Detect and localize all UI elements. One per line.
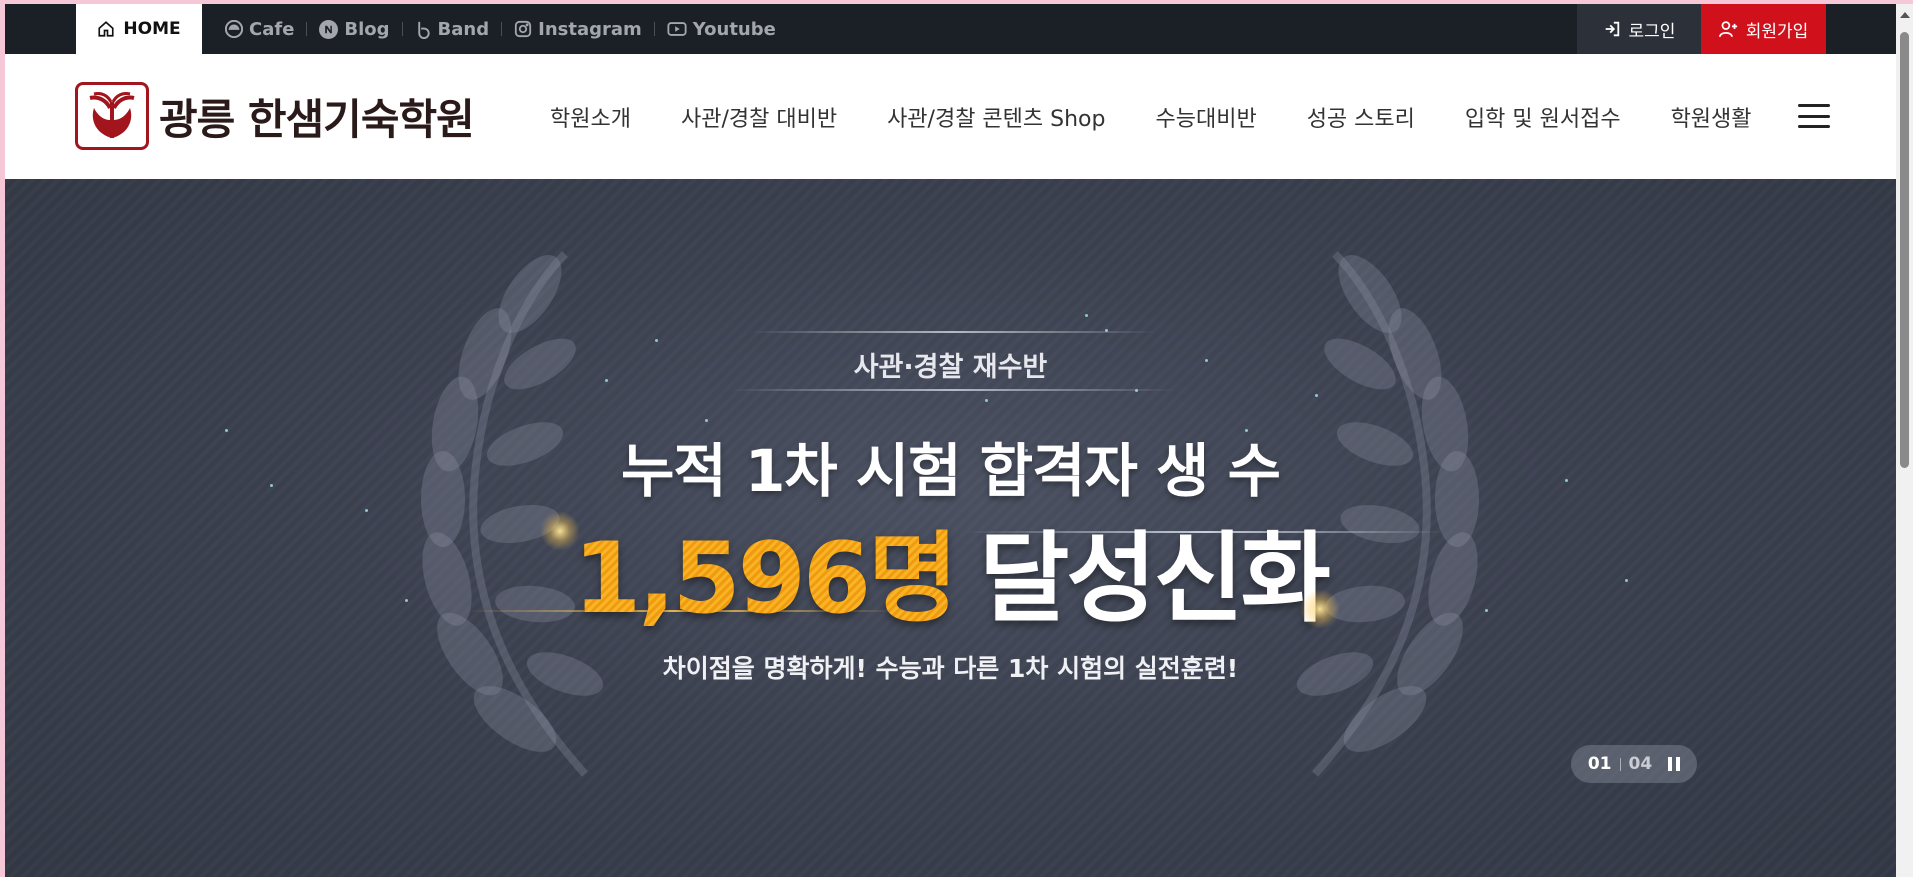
- hamburger-menu-icon[interactable]: [1798, 104, 1830, 128]
- add-user-icon: [1718, 21, 1737, 38]
- nav-item-csat-course[interactable]: 수능대비반: [1155, 101, 1256, 133]
- glow-spark: [540, 511, 580, 551]
- home-icon: [98, 21, 114, 37]
- pause-icon[interactable]: [1668, 757, 1681, 771]
- youtube-label: Youtube: [692, 18, 776, 40]
- signup-label: 회원가입: [1745, 21, 1809, 42]
- cafe-icon: [225, 20, 243, 38]
- nav-item-admission[interactable]: 입학 및 원서접수: [1465, 101, 1621, 133]
- auth-buttons: 로그인 회원가입: [1577, 4, 1826, 54]
- nav-item-success-stories[interactable]: 성공 스토리: [1307, 101, 1415, 133]
- band-icon: [417, 21, 430, 39]
- nav-item-content-shop[interactable]: 사관/경찰 콘텐츠 Shop: [887, 101, 1105, 133]
- instagram-label: Instagram: [538, 18, 642, 40]
- home-link[interactable]: HOME: [76, 4, 202, 54]
- slide-current: 01: [1587, 754, 1612, 774]
- kicker-line-bottom: [730, 389, 1175, 391]
- hero-kicker: 사관·경찰 재수반: [853, 352, 1048, 383]
- slide-total: 04: [1628, 754, 1653, 774]
- main-header: 광릉 한샘기숙학원 학원소개 사관/경찰 대비반 사관/경찰 콘텐츠 Shop …: [5, 54, 1896, 179]
- page-scrollbar[interactable]: [1896, 4, 1913, 877]
- nav-item-about[interactable]: 학원소개: [550, 101, 631, 133]
- band-label: Band: [437, 18, 490, 40]
- home-label: HOME: [123, 19, 181, 39]
- scroll-up-icon[interactable]: [1900, 12, 1910, 18]
- cafe-label: Cafe: [249, 18, 295, 40]
- hero-big-line: 1,596명 달성신화: [5, 499, 1896, 641]
- cafe-link[interactable]: Cafe: [225, 19, 294, 40]
- kicker-line-top: [750, 331, 1155, 333]
- divider: [401, 22, 403, 36]
- youtube-link[interactable]: Youtube: [667, 19, 776, 40]
- blog-label: Blog: [344, 18, 390, 40]
- hero-headline: 누적 1차 시험 합격자 생 수: [621, 437, 1281, 505]
- band-link[interactable]: Band: [415, 18, 490, 40]
- hero-highlight: 달성신화: [979, 522, 1331, 636]
- slide-pager: 01 04: [1571, 745, 1697, 783]
- instagram-icon: [515, 20, 532, 38]
- youtube-icon: [667, 22, 687, 36]
- login-icon: [1605, 21, 1619, 37]
- main-nav: 학원소개 사관/경찰 대비반 사관/경찰 콘텐츠 Shop 수능대비반 성공 스…: [550, 54, 1752, 179]
- divider: [1619, 757, 1621, 771]
- hero-banner[interactable]: 사관·경찰 재수반 누적 1차 시험 합격자 생 수 1,596명 달성신화 차이…: [5, 179, 1896, 877]
- site-logo[interactable]: 광릉 한샘기숙학원: [75, 82, 475, 150]
- blog-link[interactable]: Blog: [319, 18, 390, 40]
- hero-number: 1,596명: [573, 522, 958, 636]
- divider: [653, 22, 655, 36]
- hero-subtext: 차이점을 명확하게! 수능과 다른 1차 시험의 실전훈련!: [662, 654, 1239, 683]
- logo-emblem-icon: [75, 82, 149, 150]
- login-button[interactable]: 로그인: [1577, 4, 1701, 54]
- blog-icon: [319, 19, 339, 39]
- nav-item-academy-police-course[interactable]: 사관/경찰 대비반: [681, 101, 837, 133]
- logo-text: 광릉 한샘기숙학원: [159, 94, 475, 144]
- login-label: 로그인: [1628, 21, 1676, 42]
- instagram-link[interactable]: Instagram: [514, 19, 642, 40]
- social-links: Cafe Blog Band Instagram Youtube: [225, 4, 776, 54]
- glow-spark: [1300, 589, 1340, 629]
- nav-item-campus-life[interactable]: 학원생활: [1671, 101, 1752, 133]
- page-frame: HOME Cafe Blog Band Instagram Youtube 로그…: [5, 4, 1896, 877]
- scrollbar-thumb[interactable]: [1900, 32, 1909, 468]
- signup-button[interactable]: 회원가입: [1701, 4, 1826, 54]
- divider: [501, 22, 503, 36]
- divider: [306, 22, 308, 36]
- top-utility-bar: HOME Cafe Blog Band Instagram Youtube 로그…: [5, 4, 1896, 54]
